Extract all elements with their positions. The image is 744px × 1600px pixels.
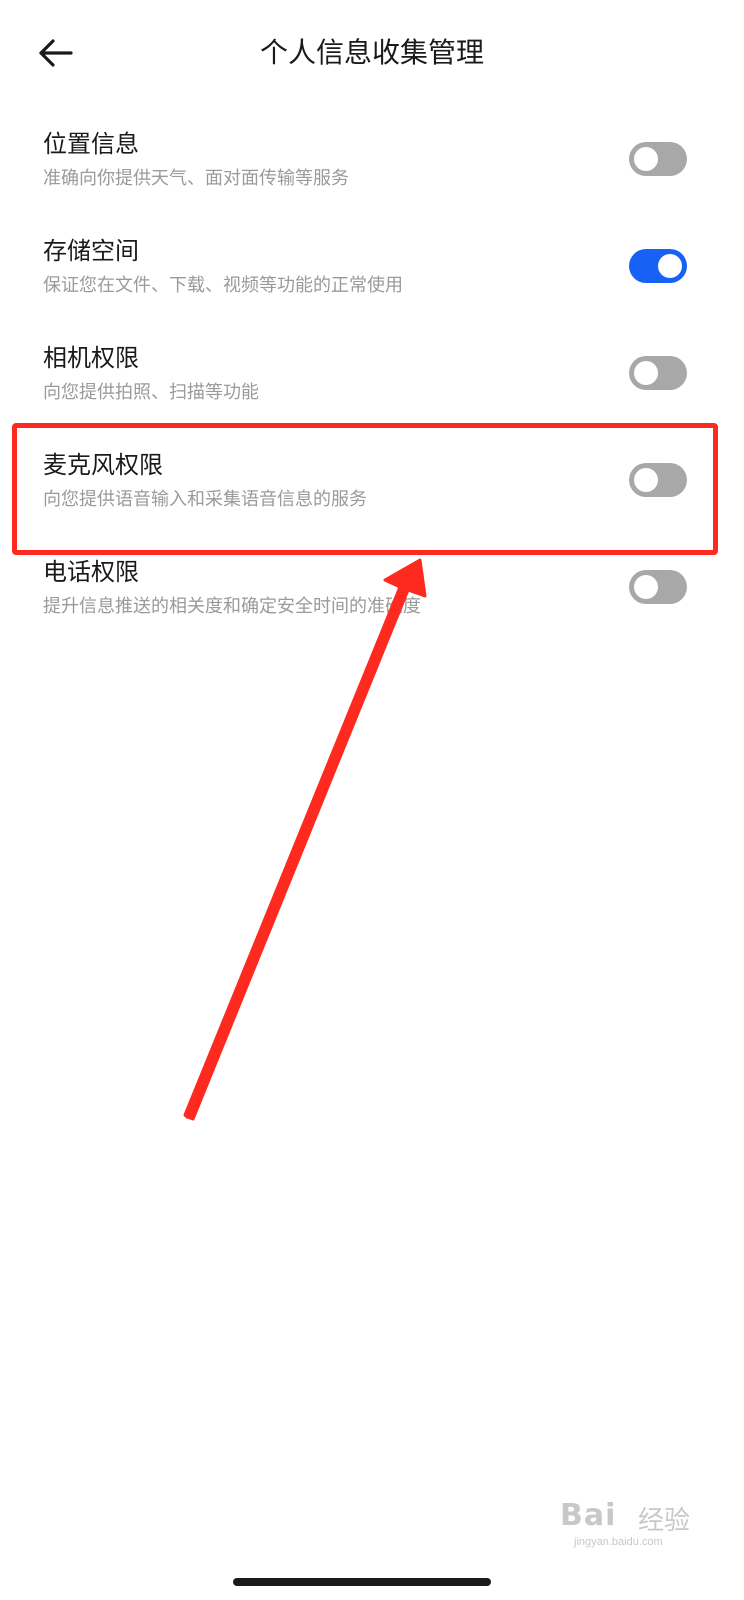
setting-description: 准确向你提供天气、面对面传输等服务 bbox=[43, 168, 349, 189]
toggle-knob bbox=[634, 361, 658, 385]
watermark-brand-suffix: 经验 bbox=[638, 1506, 691, 1536]
watermark-brand: Bai bbox=[560, 1498, 617, 1533]
setting-description: 提升信息推送的相关度和确定安全时间的准确度 bbox=[43, 596, 421, 617]
microphone-toggle[interactable] bbox=[629, 463, 687, 497]
top-bar: 个人信息收集管理 bbox=[0, 0, 744, 106]
location-toggle[interactable] bbox=[629, 142, 687, 176]
setting-title: 电话权限 bbox=[43, 558, 139, 586]
setting-row-storage: 存储空间 保证您在文件、下载、视频等功能的正常使用 bbox=[0, 213, 744, 320]
camera-toggle[interactable] bbox=[629, 356, 687, 390]
phone-toggle[interactable] bbox=[629, 570, 687, 604]
setting-title: 相机权限 bbox=[43, 344, 139, 372]
page-title: 个人信息收集管理 bbox=[259, 36, 484, 69]
setting-description: 向您提供拍照、扫描等功能 bbox=[43, 382, 259, 403]
watermark-url: jingyan.baidu.com bbox=[574, 1536, 663, 1548]
home-indicator[interactable] bbox=[233, 1578, 491, 1586]
toggle-knob bbox=[658, 254, 682, 278]
setting-title: 麦克风权限 bbox=[43, 451, 163, 479]
storage-toggle[interactable] bbox=[629, 249, 687, 283]
setting-description: 向您提供语音输入和采集语音信息的服务 bbox=[43, 489, 367, 510]
setting-row-microphone: 麦克风权限 向您提供语音输入和采集语音信息的服务 bbox=[0, 427, 744, 534]
baidu-watermark: Bai 经验 jingyan.baidu.com bbox=[560, 1490, 700, 1560]
setting-row-camera: 相机权限 向您提供拍照、扫描等功能 bbox=[0, 320, 744, 427]
toggle-knob bbox=[634, 468, 658, 492]
toggle-knob bbox=[634, 575, 658, 599]
setting-row-phone: 电话权限 提升信息推送的相关度和确定安全时间的准确度 bbox=[0, 534, 744, 641]
setting-row-location: 位置信息 准确向你提供天气、面对面传输等服务 bbox=[0, 106, 744, 213]
settings-list: 位置信息 准确向你提供天气、面对面传输等服务 存储空间 保证您在文件、下载、视频… bbox=[0, 106, 744, 641]
setting-description: 保证您在文件、下载、视频等功能的正常使用 bbox=[43, 275, 403, 296]
setting-title: 位置信息 bbox=[43, 130, 139, 158]
setting-title: 存储空间 bbox=[43, 237, 139, 265]
toggle-knob bbox=[634, 147, 658, 171]
